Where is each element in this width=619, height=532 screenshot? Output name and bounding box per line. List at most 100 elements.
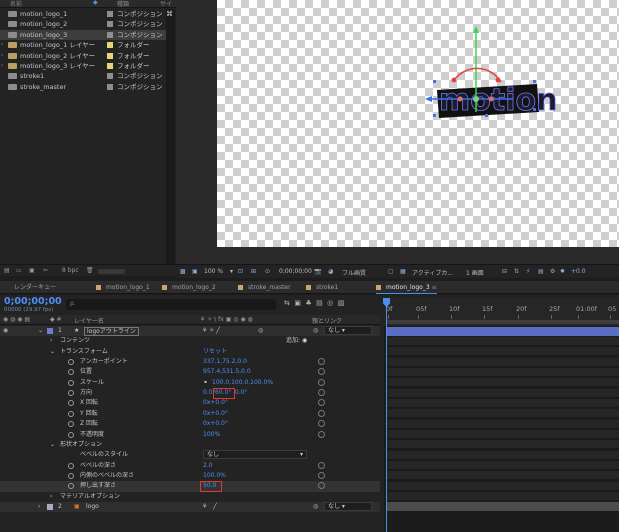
expression-pickwhip-icon[interactable] (318, 482, 325, 490)
label-color-swatch[interactable] (107, 63, 113, 69)
expression-pickwhip-icon[interactable] (318, 420, 325, 428)
visibility-eye-icon[interactable]: ◉ (3, 326, 8, 336)
label-color-swatch[interactable] (107, 73, 113, 80)
collapse-arrow-icon[interactable]: ⌄ (50, 440, 55, 450)
geometry-property-row[interactable]: 押し出す深さ 50.0 (0, 481, 380, 492)
grid-icon[interactable]: ⊞ (251, 268, 256, 275)
work-area-bar[interactable] (386, 320, 619, 324)
label-column-icon[interactable]: ◆ (93, 0, 98, 6)
tab-motion-logo-2[interactable]: motion_logo_2 (162, 283, 216, 294)
collapse-arrow-icon[interactable]: ⌄ (50, 347, 55, 357)
stopwatch-icon[interactable] (68, 431, 74, 438)
tab-motion-logo-3[interactable]: motion_logo_3 ≡ (376, 283, 437, 294)
contents-group[interactable]: › コンテンツ 追加: ◉ (0, 336, 380, 346)
track-bar[interactable] (386, 461, 619, 471)
property-row[interactable]: Z 回転 0x+0.0° (0, 419, 380, 429)
region-icon[interactable]: ▣ (192, 268, 198, 275)
track-bar[interactable] (386, 502, 619, 512)
expression-pickwhip-icon[interactable] (318, 430, 325, 438)
stopwatch-icon[interactable] (68, 400, 74, 407)
track-bar[interactable] (386, 398, 619, 408)
layer-row-1[interactable]: ◉ ⌄ 1 ★ logoアウトライン ⚘ ✧ ╱ ◎ ◎ なし ▾ (0, 326, 380, 337)
track-bar[interactable] (386, 481, 619, 491)
trash-icon[interactable]: 🗑 (86, 267, 94, 274)
stopwatch-icon[interactable] (68, 410, 74, 417)
geometry-group[interactable]: ⌄ 形状オプション (0, 440, 380, 450)
track-bar[interactable] (386, 357, 619, 367)
property-row[interactable]: アンカーポイント 337.1,75.2,0.0 (0, 357, 380, 367)
tab-stroke1[interactable]: stroke1 (306, 283, 338, 294)
expression-pickwhip-icon[interactable] (318, 368, 325, 376)
layer-search-input[interactable]: ρ. (66, 299, 276, 310)
layer-name[interactable]: logoアウトライン (84, 327, 139, 336)
property-value[interactable]: 0x+0.0° (203, 398, 228, 408)
expand-arrow-icon[interactable]: › (1, 40, 3, 50)
property-row[interactable]: 不透明度 100% (0, 430, 380, 440)
adjust-icon[interactable]: ✂ (43, 267, 48, 274)
property-value[interactable]: 957.4,531.5,0.0 (203, 367, 251, 377)
composition-canvas[interactable]: motion (217, 0, 619, 247)
fast-preview-icon[interactable]: ⚡ (526, 268, 530, 275)
track-bar[interactable] (386, 492, 619, 502)
snapshot-icon[interactable]: 📷 (314, 268, 321, 275)
name-column-header[interactable]: 名前 (10, 0, 22, 8)
property-value[interactable]: 100% (203, 430, 220, 440)
stopwatch-icon[interactable] (68, 390, 74, 397)
property-row[interactable]: スケール ⚭ 100.0,100.0,100.0% (0, 378, 380, 388)
track-bar[interactable] (386, 409, 619, 419)
stopwatch-icon[interactable] (68, 379, 74, 386)
new-comp-icon[interactable]: ▣ (29, 267, 35, 274)
layer-name-header[interactable]: レイヤー名 (74, 316, 104, 325)
views-dropdown[interactable]: 1 画面 (466, 268, 484, 277)
track-bar[interactable] (386, 440, 619, 450)
project-item[interactable]: motion_logo_3 コンポジション (0, 29, 166, 40)
3d-layer-icon[interactable]: ◎ (258, 326, 263, 336)
bevel-style-dropdown[interactable]: なし ▾ (203, 450, 307, 460)
new-folder-icon[interactable]: ▭ (16, 267, 22, 274)
geometry-value[interactable]: 2.0 (203, 461, 213, 471)
track-bar[interactable] (386, 471, 619, 481)
layer-label-color[interactable] (47, 503, 53, 510)
tab-motion-logo-1[interactable]: motion_logo_1 (96, 283, 150, 294)
layer-label-color[interactable] (47, 328, 53, 334)
track-bar[interactable] (386, 336, 619, 346)
stopwatch-icon[interactable] (68, 421, 74, 428)
label-color-swatch[interactable] (107, 31, 113, 38)
comp-mini-flowchart-icon[interactable]: ⇆ ▣ ♣ ▤ ◎ ▧ (284, 299, 344, 307)
material-group[interactable]: › マテリアルオプション (0, 492, 380, 502)
geometry-property-row[interactable]: ベベルのスタイル なし ▾ (0, 450, 380, 460)
zoom-arrow-icon[interactable]: ▾ (230, 268, 233, 275)
expand-arrow-icon[interactable]: › (38, 502, 40, 512)
expression-pickwhip-icon[interactable] (318, 378, 325, 386)
geometry-property-row[interactable]: 内側のベベルの深さ 100.0% (0, 471, 380, 481)
project-item[interactable]: › motion_logo_1 レイヤー フォルダー (0, 40, 166, 50)
expression-pickwhip-icon[interactable] (318, 399, 325, 407)
geometry-value[interactable]: 100.0% (203, 471, 226, 481)
bpc-label[interactable]: 8 bpc (62, 267, 79, 274)
project-item[interactable]: stroke1 コンポジション (0, 71, 166, 81)
type-column-header[interactable]: 種類 (117, 0, 129, 8)
label-color-swatch[interactable] (107, 83, 113, 90)
stopwatch-icon[interactable] (68, 472, 74, 479)
property-row[interactable]: Y 回転 0x+0.0° (0, 409, 380, 419)
property-value[interactable]: 100.0,100.0,100.0% (212, 378, 273, 388)
track-bar[interactable] (386, 367, 619, 377)
project-item[interactable]: › motion_logo_2 レイヤー フォルダー (0, 51, 166, 61)
color-channel-icon[interactable]: ◕ (328, 268, 333, 275)
switches-header-icon[interactable]: ⚘ ✧ \ fx ▣ ◎ ◉ ◍ (200, 316, 253, 323)
time-ruler[interactable]: 0f 05f 10f 15f 20f 25f 01:00f 05 (384, 298, 619, 326)
tab--[interactable]: レンダーキュー (14, 283, 56, 294)
track-bar[interactable] (386, 388, 619, 398)
project-item[interactable]: motion_logo_2 コンポジション (0, 19, 166, 29)
fit-icon[interactable]: ⊡ (238, 268, 243, 275)
expression-pickwhip-icon[interactable] (318, 409, 325, 417)
stopwatch-icon[interactable] (68, 369, 74, 376)
stopwatch-icon[interactable] (68, 359, 74, 366)
project-item[interactable]: motion_logo_1 コンポジション (0, 9, 166, 19)
mask-icon[interactable]: ⊙ (265, 268, 270, 275)
thumbnail-slider[interactable] (98, 269, 125, 274)
property-row[interactable]: 位置 957.4,531.5,0.0 (0, 367, 380, 377)
tab-menu-icon[interactable]: ≡ (432, 284, 437, 291)
property-value[interactable]: 337.1,75.2,0.0 (203, 357, 247, 367)
flowchart-view-icon[interactable]: ⚙ (550, 268, 555, 275)
